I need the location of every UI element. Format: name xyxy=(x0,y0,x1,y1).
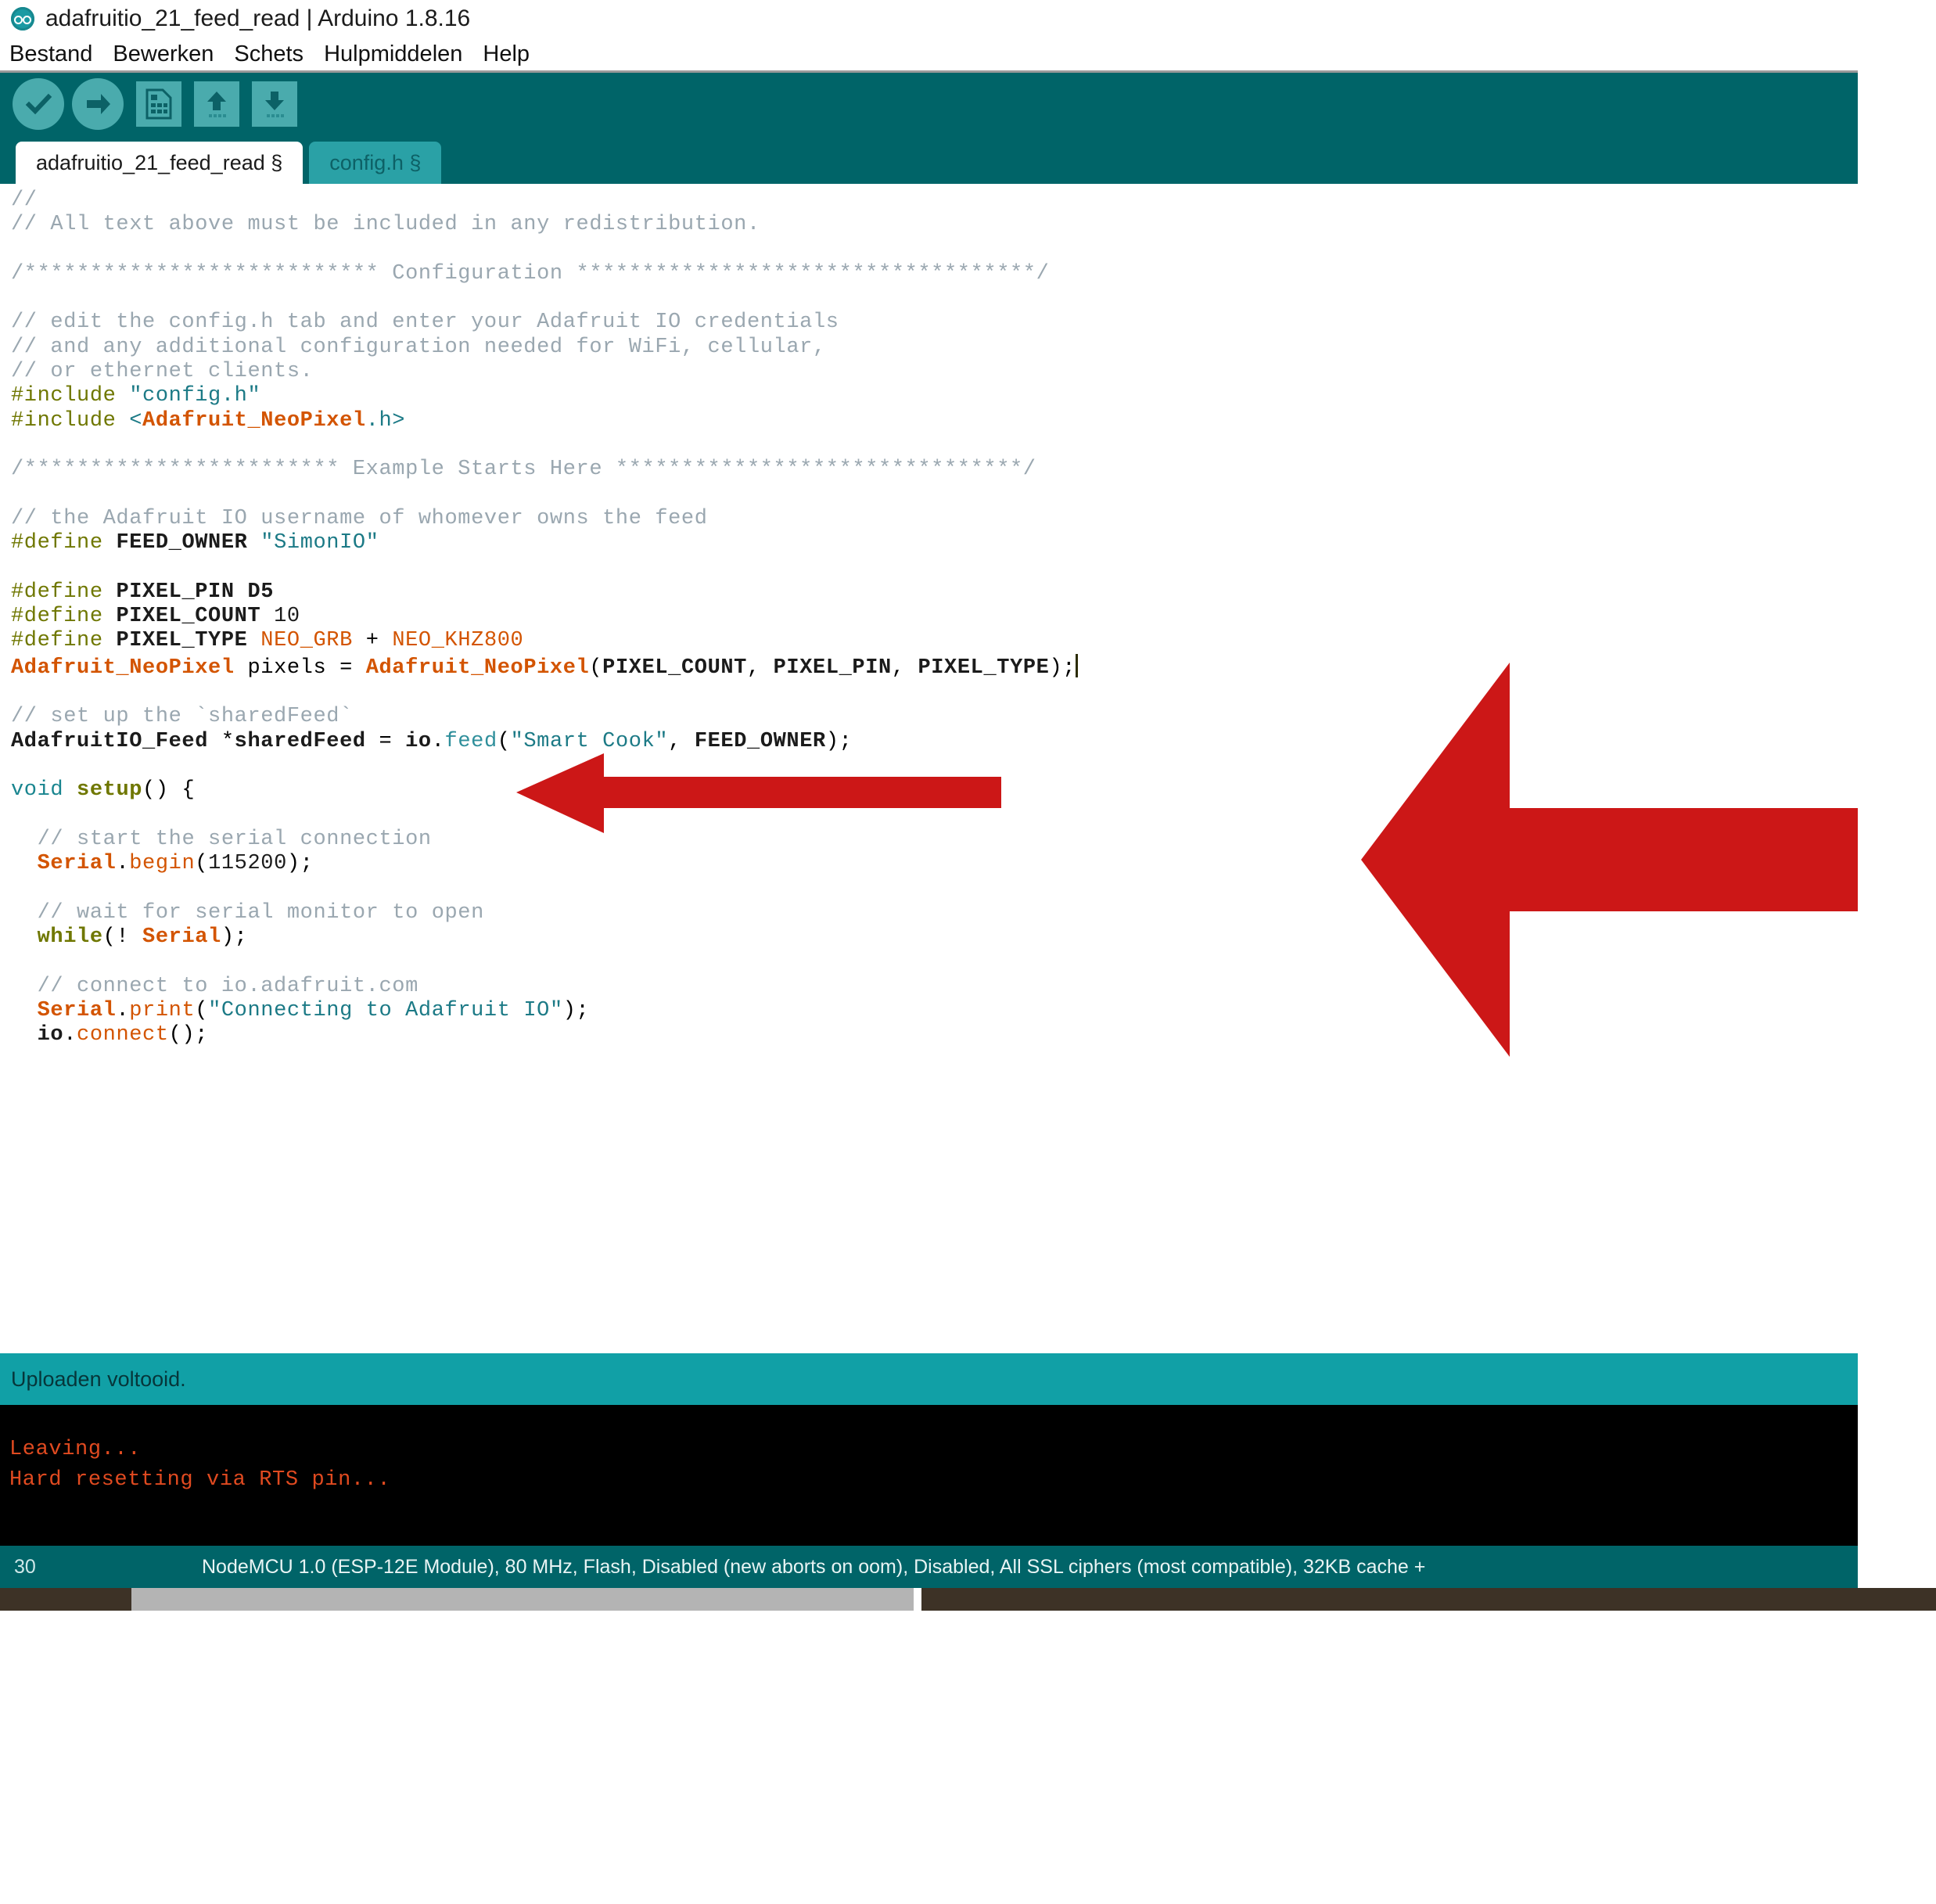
window-title: adafruitio_21_feed_read | Arduino 1.8.16 xyxy=(45,5,471,31)
console-line: Hard resetting via RTS pin... xyxy=(9,1468,391,1492)
verify-button[interactable] xyxy=(13,78,64,130)
tab-adafruitio-21-feed-read[interactable]: adafruitio_21_feed_read § xyxy=(16,142,304,184)
down-arrow-icon xyxy=(260,88,289,120)
console-line: Leaving... xyxy=(9,1438,142,1461)
status-strip: Uploaden voltooid. xyxy=(0,1353,1858,1405)
menu-bar: Bestand Bewerken Schets Hulpmiddelen Hel… xyxy=(0,38,1858,73)
up-arrow-icon xyxy=(202,88,232,120)
arduino-ide-window: adafruitio_21_feed_read | Arduino 1.8.16… xyxy=(0,0,1858,1588)
menu-hulpmiddelen[interactable]: Hulpmiddelen xyxy=(324,41,462,67)
taskbar-sliver xyxy=(0,1588,1936,1611)
right-arrow-icon xyxy=(82,88,113,120)
document-icon xyxy=(144,88,174,120)
menu-bewerken[interactable]: Bewerken xyxy=(113,41,214,67)
taskbar-segment xyxy=(914,1588,921,1611)
taskbar-segment xyxy=(921,1588,1936,1611)
menu-bestand[interactable]: Bestand xyxy=(9,41,92,67)
menu-schets[interactable]: Schets xyxy=(234,41,304,67)
arduino-infinity-icon xyxy=(11,7,34,31)
code-editor[interactable]: // // All text above must be included in… xyxy=(0,184,1858,1353)
tab-config-h[interactable]: config.h § xyxy=(309,142,442,184)
save-button[interactable] xyxy=(252,81,297,127)
open-button[interactable] xyxy=(194,81,239,127)
check-icon xyxy=(23,88,54,120)
upload-button[interactable] xyxy=(72,78,124,130)
taskbar-segment xyxy=(131,1588,914,1611)
bottom-status-bar: 30 NodeMCU 1.0 (ESP-12E Module), 80 MHz,… xyxy=(0,1546,1858,1588)
new-button[interactable] xyxy=(136,81,181,127)
console-output[interactable]: Leaving... Hard resetting via RTS pin... xyxy=(0,1405,1858,1546)
line-number: 30 xyxy=(14,1555,36,1578)
menu-help[interactable]: Help xyxy=(483,41,530,67)
taskbar-segment xyxy=(0,1588,131,1611)
status-message: Uploaden voltooid. xyxy=(11,1367,186,1391)
toolbar xyxy=(0,73,1858,135)
code-content: // // All text above must be included in… xyxy=(11,189,1858,1047)
text-cursor xyxy=(1076,653,1079,677)
board-info-text: NodeMCU 1.0 (ESP-12E Module), 80 MHz, Fl… xyxy=(202,1555,1426,1578)
tab-bar: adafruitio_21_feed_read § config.h § xyxy=(0,135,1858,184)
title-bar: adafruitio_21_feed_read | Arduino 1.8.16 xyxy=(0,0,1858,38)
